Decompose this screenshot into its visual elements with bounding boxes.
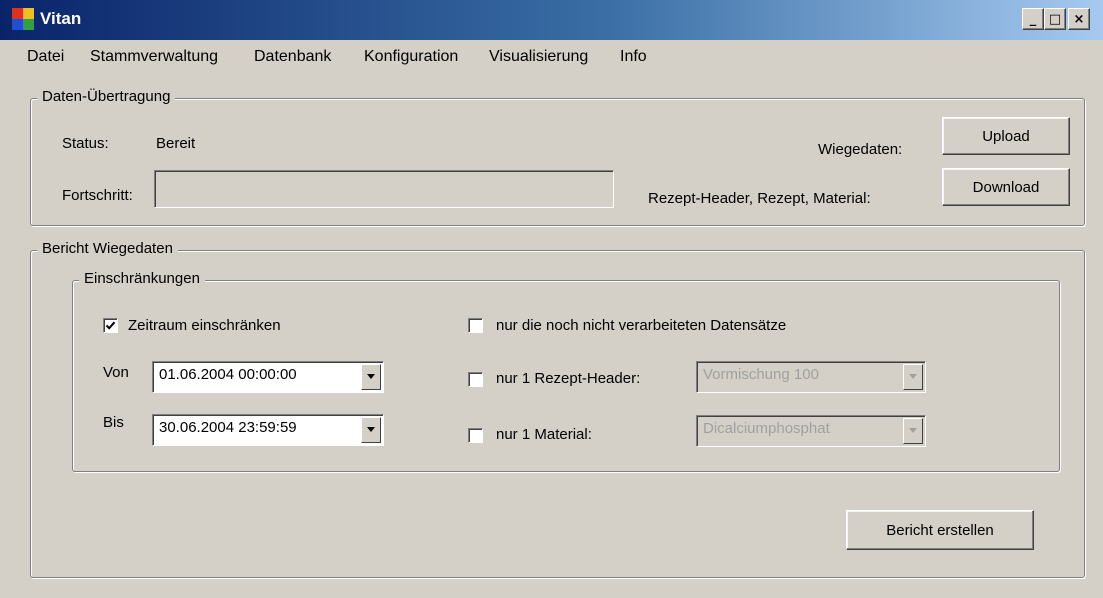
material-label[interactable]: nur 1 Material: — [496, 426, 592, 443]
status-label: Status: — [62, 135, 109, 152]
menu-konfiguration[interactable]: Konfiguration — [364, 48, 458, 66]
download-caption: Rezept-Header, Rezept, Material: — [648, 190, 871, 207]
chevron-down-icon — [909, 428, 917, 433]
maximize-icon: □ — [1048, 11, 1062, 27]
timerange-label[interactable]: Zeitraum einschränken — [128, 317, 281, 334]
weigh-data-label: Wiegedaten: — [818, 141, 903, 158]
chevron-down-icon — [367, 427, 375, 432]
restrictions-group-title: Einschränkungen — [79, 270, 205, 287]
to-datetime-value: 30.06.2004 23:59:59 — [159, 419, 297, 436]
from-datetime-picker[interactable]: 01.06.2004 00:00:00 — [152, 361, 384, 393]
menu-bar: Datei Stammverwaltung Datenbank Konfigur… — [0, 42, 1103, 74]
minimize-icon: _ — [1029, 11, 1037, 27]
material-checkbox[interactable] — [468, 428, 483, 443]
progress-bar — [154, 170, 614, 208]
menu-visualisierung[interactable]: Visualisierung — [489, 48, 588, 66]
title-bar[interactable]: Vitan _ □ × — [0, 0, 1103, 40]
chevron-down-icon — [367, 374, 375, 379]
status-value: Bereit — [156, 135, 196, 152]
close-icon: × — [1073, 11, 1085, 27]
download-button[interactable]: Download — [942, 168, 1070, 206]
from-label: Von — [103, 364, 129, 381]
from-dropdown-button[interactable] — [361, 364, 381, 390]
recipe-header-dropdown-button[interactable] — [903, 364, 923, 390]
unprocessed-label[interactable]: nur die noch nicht verarbeiteten Datensä… — [496, 317, 786, 334]
menu-datenbank[interactable]: Datenbank — [254, 48, 331, 66]
recipe-header-label[interactable]: nur 1 Rezept-Header: — [496, 370, 640, 387]
report-group-title: Bericht Wiegedaten — [37, 240, 178, 257]
window-title: Vitan — [40, 9, 82, 28]
timerange-checkbox[interactable] — [103, 318, 118, 333]
menu-stammverwaltung[interactable]: Stammverwaltung — [90, 48, 218, 66]
progress-label: Fortschritt: — [62, 187, 133, 204]
chevron-down-icon — [909, 374, 917, 379]
from-datetime-value: 01.06.2004 00:00:00 — [159, 366, 297, 383]
main-window: Vitan _ □ × Datei Stammverwaltung Datenb… — [0, 0, 1103, 598]
close-button[interactable]: × — [1068, 8, 1090, 30]
minimize-button[interactable]: _ — [1022, 8, 1044, 30]
unprocessed-checkbox[interactable] — [468, 318, 483, 333]
recipe-header-value: Vormischung 100 — [703, 366, 819, 383]
menu-info[interactable]: Info — [620, 48, 647, 66]
material-select[interactable]: Dicalciumphosphat — [696, 415, 926, 447]
recipe-header-select[interactable]: Vormischung 100 — [696, 361, 926, 393]
to-dropdown-button[interactable] — [361, 417, 381, 443]
to-datetime-picker[interactable]: 30.06.2004 23:59:59 — [152, 414, 384, 446]
app-icon — [12, 8, 34, 30]
checkmark-icon — [105, 321, 116, 330]
to-label: Bis — [103, 414, 124, 431]
transfer-group-title: Daten-Übertragung — [37, 88, 176, 105]
maximize-button[interactable]: □ — [1044, 8, 1066, 30]
upload-button[interactable]: Upload — [942, 117, 1070, 155]
material-value: Dicalciumphosphat — [703, 420, 830, 437]
recipe-header-checkbox[interactable] — [468, 372, 483, 387]
menu-datei[interactable]: Datei — [27, 48, 64, 66]
material-dropdown-button[interactable] — [903, 418, 923, 444]
create-report-button[interactable]: Bericht erstellen — [846, 510, 1034, 550]
